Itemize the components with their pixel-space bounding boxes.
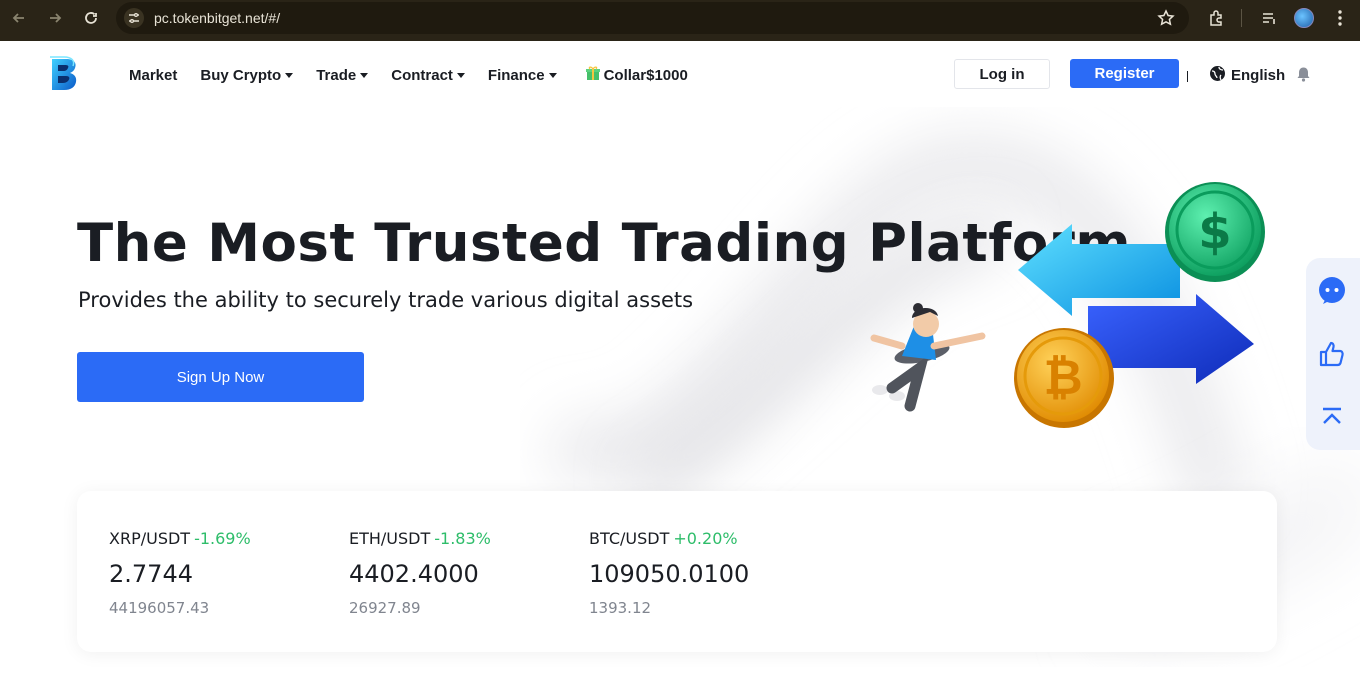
chat-icon[interactable] [1316,274,1348,306]
bookmark-star-icon[interactable] [1157,9,1175,32]
hero-subtitle: Provides the ability to securely trade v… [78,288,694,312]
sign-up-button[interactable]: Sign Up Now [77,352,364,402]
address-bar[interactable]: pc.tokenbitget.net/#/ [116,2,1189,34]
gift-icon [585,65,601,85]
ticker-price: 2.7744 [109,560,193,588]
caret-down-icon [285,73,294,78]
floating-side-panel [1306,258,1360,450]
ticker-change: -1.69% [194,529,251,548]
ticker-eth[interactable]: ETH/USDT -1.83% 4402.4000 26927.89 [349,529,491,617]
thumbs-up-icon[interactable] [1316,338,1348,370]
browser-menu-icon[interactable] [1329,7,1351,29]
language-selector[interactable]: English [1209,65,1285,86]
nav-finance[interactable]: Finance [488,67,557,84]
media-control-icon[interactable] [1258,7,1280,29]
url-text[interactable]: pc.tokenbitget.net/#/ [154,10,280,26]
hero-illustration: $ ₿ [840,178,1270,428]
ticker-change: -1.83% [434,529,491,548]
nav-promo[interactable]: Collar$1000 [585,65,688,85]
nav-market[interactable]: Market [129,67,177,84]
ticker-xrp[interactable]: XRP/USDT -1.69% 2.7744 44196057.43 [109,529,251,617]
profile-avatar[interactable] [1293,7,1315,29]
browser-toolbar: pc.tokenbitget.net/#/ [0,0,1360,41]
extensions-icon[interactable] [1205,7,1227,29]
ticker-pair: ETH/USDT -1.83% [349,529,491,548]
main-nav: Market Buy Crypto Trade Contract Finance… [129,65,711,85]
ticker-volume: 1393.12 [589,599,652,617]
bell-icon[interactable] [1296,66,1311,87]
caret-down-icon [548,73,557,78]
svg-text:$: $ [1198,204,1231,260]
register-button[interactable]: Register [1070,59,1179,88]
ticker-price: 109050.0100 [589,560,750,588]
back-arrow-icon[interactable] [7,6,31,30]
forward-arrow-icon[interactable] [43,6,67,30]
site-header: Market Buy Crypto Trade Contract Finance… [0,41,1360,107]
globe-icon [1209,65,1226,86]
nav-contract[interactable]: Contract [391,67,465,84]
language-label: English [1231,67,1286,84]
ticker-volume: 26927.89 [349,599,421,617]
brand-logo[interactable] [48,55,82,93]
nav-buy-crypto[interactable]: Buy Crypto [200,67,294,84]
market-ticker-card: XRP/USDT -1.69% 2.7744 44196057.43 ETH/US… [77,491,1277,652]
reload-icon[interactable] [79,6,103,30]
caret-down-icon [360,73,369,78]
toolbar-separator [1241,9,1242,27]
ticker-change: +0.20% [673,529,738,548]
back-to-top-icon[interactable] [1316,401,1348,433]
nav-trade[interactable]: Trade [316,67,369,84]
caret-down-icon [456,73,465,78]
ticker-volume: 44196057.43 [109,599,210,617]
ticker-price: 4402.4000 [349,560,479,588]
ticker-pair: XRP/USDT -1.69% [109,529,251,548]
login-button[interactable]: Log in [954,59,1050,89]
header-divider [1187,71,1188,82]
svg-text:₿: ₿ [1043,350,1082,406]
site-settings-icon[interactable] [124,8,144,28]
ticker-btc[interactable]: BTC/USDT +0.20% 109050.0100 1393.12 [589,529,749,617]
ticker-pair: BTC/USDT +0.20% [589,529,738,548]
